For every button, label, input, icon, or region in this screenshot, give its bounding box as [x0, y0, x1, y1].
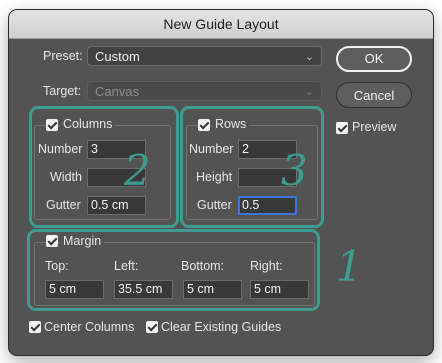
margin-annotation-number: 1	[336, 242, 363, 291]
preview-label: Preview	[352, 120, 397, 134]
cancel-button[interactable]: Cancel	[336, 82, 412, 108]
chevron-down-icon: ⌄	[304, 86, 314, 98]
new-guide-layout-dialog: New Guide Layout Preset: Custom ⌄ Target…	[9, 10, 433, 355]
dialog-title: New Guide Layout	[9, 10, 433, 39]
columns-highlight	[29, 106, 179, 228]
rows-annotation-number: 3	[281, 146, 308, 195]
preview-checkbox[interactable]	[336, 122, 348, 134]
preset-value: Custom	[95, 49, 140, 64]
chevron-down-icon: ⌄	[304, 51, 314, 63]
target-select[interactable]: Canvas ⌄	[87, 81, 322, 101]
columns-annotation-number: 2	[124, 146, 151, 195]
ok-button[interactable]: OK	[336, 46, 412, 72]
center-columns-label: Center Columns	[44, 320, 135, 334]
center-columns-checkbox[interactable]	[29, 321, 41, 333]
margin-highlight	[27, 229, 320, 311]
clear-guides-checkbox[interactable]	[146, 321, 158, 333]
clear-guides-label: Clear Existing Guides	[161, 320, 282, 334]
target-value: Canvas	[95, 84, 140, 99]
preset-select[interactable]: Custom ⌄	[87, 46, 322, 66]
preset-label: Preset:	[43, 49, 83, 63]
target-label: Target:	[43, 84, 82, 98]
